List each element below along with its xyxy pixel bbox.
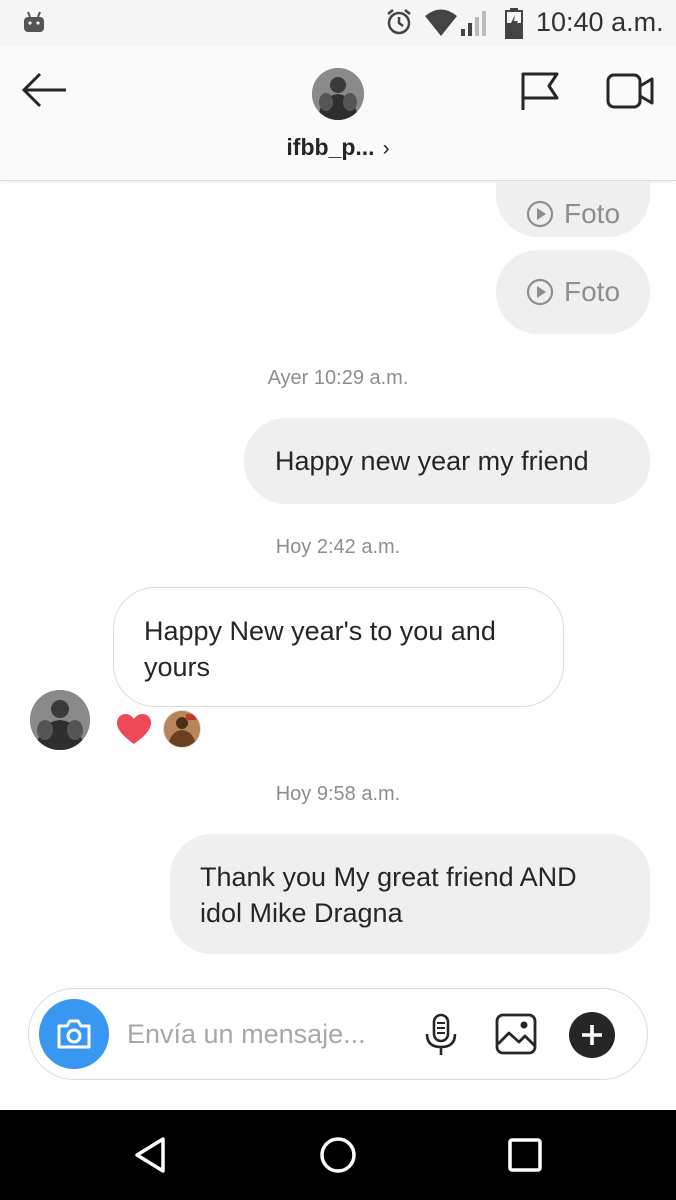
message-text: Happy New year's to you and yours bbox=[144, 616, 496, 682]
camera-icon bbox=[57, 1019, 91, 1049]
chat-header: ifbb_p... › bbox=[0, 46, 676, 181]
profile-avatar[interactable] bbox=[312, 68, 364, 120]
received-message[interactable]: Happy New year's to you and yours bbox=[113, 587, 564, 707]
message-text: Happy new year my friend bbox=[275, 446, 589, 476]
back-arrow-icon bbox=[21, 72, 66, 108]
gallery-button[interactable] bbox=[495, 1013, 537, 1060]
more-options-button[interactable] bbox=[569, 1012, 615, 1058]
sender-avatar[interactable] bbox=[30, 690, 90, 750]
username-text: ifbb_p... bbox=[286, 134, 375, 160]
camera-button[interactable] bbox=[39, 999, 109, 1069]
play-icon bbox=[526, 200, 554, 228]
wifi-icon bbox=[425, 9, 457, 36]
android-icon bbox=[24, 11, 44, 32]
username-link[interactable]: ifbb_p... › bbox=[250, 134, 426, 161]
voice-message-button[interactable] bbox=[423, 1013, 459, 1062]
nav-back-icon[interactable] bbox=[131, 1135, 171, 1175]
plus-icon bbox=[582, 1025, 602, 1045]
avatar-photo bbox=[312, 68, 364, 120]
flag-icon bbox=[521, 72, 559, 110]
play-icon bbox=[526, 278, 554, 306]
video-call-button[interactable] bbox=[606, 72, 656, 115]
microphone-icon bbox=[425, 1013, 457, 1055]
photo-label: Foto bbox=[563, 276, 621, 307]
message-composer bbox=[28, 988, 648, 1080]
status-bar: 10:40 a.m. bbox=[0, 0, 676, 46]
nav-home-icon[interactable] bbox=[318, 1135, 358, 1175]
status-time: 10:40 a.m. bbox=[536, 7, 664, 37]
message-timestamp: Hoy 2:42 a.m. bbox=[275, 536, 401, 558]
avatar-photo bbox=[164, 711, 200, 747]
gallery-icon bbox=[495, 1013, 537, 1055]
back-button[interactable] bbox=[20, 70, 70, 110]
message-input[interactable] bbox=[125, 1011, 409, 1057]
message-text: Thank you My great friend AND idol Mike … bbox=[200, 862, 577, 928]
signal-icon bbox=[461, 11, 486, 36]
heart-icon[interactable] bbox=[116, 713, 152, 745]
nav-recent-icon[interactable] bbox=[507, 1137, 543, 1173]
report-flag-button[interactable] bbox=[518, 70, 562, 117]
photo-message[interactable]: Foto bbox=[496, 181, 650, 237]
alarm-icon bbox=[387, 9, 411, 35]
message-thread[interactable]: Foto Foto Ayer 10:29 a.m. Happy new year… bbox=[0, 181, 676, 987]
chevron-right-icon: › bbox=[382, 137, 390, 160]
video-call-icon bbox=[606, 73, 654, 109]
photo-label: Foto bbox=[563, 198, 621, 229]
battery-icon bbox=[505, 8, 523, 39]
avatar-photo bbox=[30, 690, 90, 750]
message-timestamp: Ayer 10:29 a.m. bbox=[267, 367, 409, 389]
reactor-avatar[interactable] bbox=[163, 710, 201, 748]
android-nav-bar bbox=[0, 1110, 676, 1200]
sent-message[interactable]: Thank you My great friend AND idol Mike … bbox=[170, 834, 650, 954]
photo-message[interactable]: Foto bbox=[496, 250, 650, 334]
sent-message[interactable]: Happy new year my friend bbox=[244, 418, 650, 504]
message-timestamp: Hoy 9:58 a.m. bbox=[275, 783, 401, 805]
